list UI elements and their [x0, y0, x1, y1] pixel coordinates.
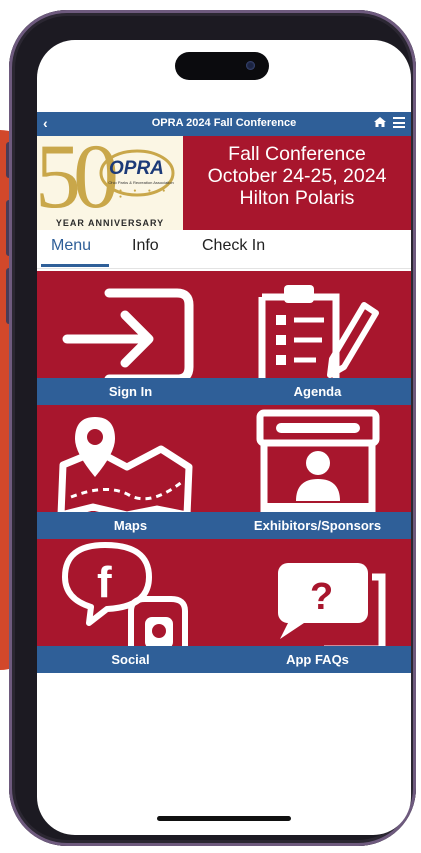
sign-in-icon: [62, 288, 194, 381]
tile-agenda[interactable]: Agenda: [224, 271, 411, 405]
logo-dots: ● ● ● ● ●: [119, 188, 171, 200]
tab-bar: Menu Info Check In: [37, 230, 411, 269]
faq-icon: ?: [278, 563, 386, 649]
booth-icon: [256, 409, 380, 515]
phone-frame: ‹ OPRA 2024 Fall Conference 50 OPRA Ohio…: [9, 10, 416, 846]
banner-line-2: October 24-25, 2024: [207, 165, 387, 187]
tile-label: Sign In: [37, 378, 224, 405]
svg-text:?: ?: [310, 576, 333, 618]
tile-label: Social: [37, 646, 224, 673]
tab-check-in[interactable]: Check In: [202, 237, 265, 255]
app-title: OPRA 2024 Fall Conference: [151, 117, 297, 129]
banner-text: Fall Conference October 24-25, 2024 Hilt…: [183, 143, 411, 209]
tile-sign-in[interactable]: Sign In: [37, 271, 224, 405]
hamburger-icon[interactable]: [393, 117, 405, 128]
tab-info[interactable]: Info: [132, 237, 159, 255]
tab-menu[interactable]: Menu: [51, 237, 91, 255]
clipboard-icon: [258, 285, 379, 381]
dynamic-island: [175, 52, 269, 80]
tile-label: Agenda: [224, 378, 411, 405]
logo-anniversary-text: YEAR ANNIVERSARY: [55, 218, 165, 228]
app-header: ‹ OPRA 2024 Fall Conference: [37, 112, 411, 136]
tile-exhibitors-sponsors[interactable]: Exhibitors/Sponsors: [224, 405, 411, 539]
menu-grid: Sign In Agenda Maps Exhibitors/Sponsors …: [37, 271, 411, 673]
tile-maps[interactable]: Maps: [37, 405, 224, 539]
map-icon: [57, 417, 193, 515]
logo-brand: OPRA: [109, 158, 164, 179]
tile-social[interactable]: f Social: [37, 539, 224, 673]
phone-screen: ‹ OPRA 2024 Fall Conference 50 OPRA Ohio…: [37, 40, 411, 835]
tile-label: App FAQs: [224, 646, 411, 673]
conference-banner: 50 OPRA Ohio Parks & Recreation Associat…: [37, 136, 411, 230]
banner-line-1: Fall Conference: [228, 143, 366, 165]
home-icon[interactable]: [373, 115, 387, 129]
tile-label: Maps: [37, 512, 224, 539]
svg-text:f: f: [97, 558, 112, 607]
logo-org-name: Ohio Parks & Recreation Association: [108, 180, 174, 185]
home-indicator[interactable]: [157, 816, 291, 821]
social-icon: f: [62, 542, 188, 649]
camera-icon: [246, 61, 255, 70]
tile-label: Exhibitors/Sponsors: [224, 512, 411, 539]
banner-line-3: Hilton Polaris: [239, 187, 355, 209]
anniversary-logo: 50 OPRA Ohio Parks & Recreation Associat…: [37, 136, 183, 230]
active-tab-indicator: [41, 264, 109, 267]
tile-app-faqs[interactable]: ? App FAQs: [224, 539, 411, 673]
